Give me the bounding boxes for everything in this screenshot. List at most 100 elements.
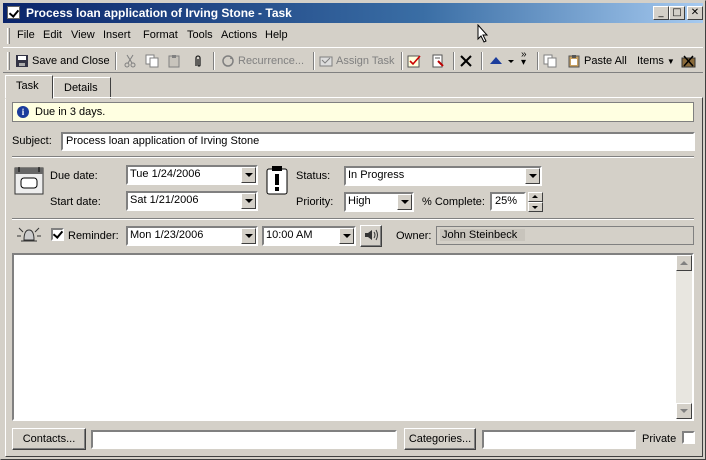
chevron-down-icon[interactable] <box>241 193 256 209</box>
clipboard-icon <box>167 54 181 68</box>
maximize-button[interactable]: □ <box>669 6 685 20</box>
tab-task[interactable]: Task <box>5 75 53 99</box>
task-status-report-button[interactable] <box>431 52 445 70</box>
private-checkbox[interactable] <box>682 431 695 444</box>
categories-field[interactable] <box>482 430 636 449</box>
cut-button[interactable] <box>123 52 137 70</box>
delete-x-icon <box>459 54 473 68</box>
start-date-picker[interactable]: Sat 1/21/2006 <box>126 191 258 211</box>
chevron-down-icon[interactable] <box>525 168 540 184</box>
menu-grip[interactable] <box>7 28 10 44</box>
paste-all-button[interactable]: Paste All <box>567 52 627 70</box>
items-menu-button[interactable]: Items ▼ <box>637 52 675 70</box>
paste-all-label: Paste All <box>584 55 627 67</box>
delete-button[interactable] <box>459 52 473 70</box>
info-icon: i <box>17 106 29 118</box>
subject-label: Subject: <box>12 135 52 147</box>
mark-complete-button[interactable] <box>407 52 421 70</box>
assign-task-label: Assign Task <box>336 55 395 67</box>
toolbar-separator <box>453 52 455 70</box>
toolbar-separator <box>401 52 403 70</box>
subject-field[interactable]: Process loan application of Irving Stone <box>61 132 695 151</box>
arrow-up-icon <box>489 54 503 68</box>
reminder-date-picker[interactable]: Mon 1/23/2006 <box>126 226 258 246</box>
assign-task-button[interactable]: Assign Task <box>319 52 395 70</box>
menu-help[interactable]: Help <box>265 29 288 41</box>
chevron-down-icon: ▼ <box>666 56 675 66</box>
window-title: Process loan application of Irving Stone… <box>26 6 292 20</box>
close-button[interactable]: ✕ <box>687 6 703 20</box>
reminder-time-picker[interactable]: 10:00 AM <box>262 226 356 246</box>
title-bar[interactable]: Process loan application of Irving Stone… <box>3 3 703 23</box>
assign-task-icon <box>319 54 333 68</box>
tab-details[interactable]: Details <box>53 77 111 99</box>
priority-exclamation-icon <box>266 165 288 195</box>
chevron-down-icon[interactable] <box>397 194 412 210</box>
copy-button[interactable] <box>145 52 159 70</box>
menu-actions[interactable]: Actions <box>221 29 257 41</box>
owner-label: Owner: <box>396 230 432 242</box>
menu-file[interactable]: File <box>17 29 35 41</box>
save-and-close-button[interactable]: Save and Close <box>15 52 110 70</box>
task-window: Process loan application of Irving Stone… <box>0 0 706 460</box>
task-notes-body[interactable] <box>12 253 694 421</box>
reminder-date-value: Mon 1/23/2006 <box>130 229 204 241</box>
priority-value: High <box>348 195 371 207</box>
reminder-checkbox[interactable] <box>51 228 64 241</box>
percent-complete-field[interactable]: 25% <box>490 192 526 211</box>
recurrence-button[interactable]: Recurrence... <box>221 52 304 70</box>
menu-insert[interactable]: Insert <box>103 29 131 41</box>
copy-all-button[interactable] <box>543 52 557 70</box>
percent-complete-spinner[interactable] <box>528 192 543 212</box>
due-date-picker[interactable]: Tue 1/24/2006 <box>126 165 258 185</box>
items-label: Items <box>637 55 664 67</box>
status-dropdown[interactable]: In Progress <box>344 166 542 186</box>
chevron-down-icon[interactable] <box>241 167 256 183</box>
customize-toolbar-button[interactable] <box>681 52 696 70</box>
toolbar-options-chevron[interactable]: » ▾ <box>521 50 527 69</box>
toolbar-separator <box>481 52 483 70</box>
toolbar-grip[interactable] <box>7 52 10 70</box>
task-icon <box>7 6 20 19</box>
chevron-down-icon[interactable] <box>339 228 354 244</box>
notes-scrollbar[interactable] <box>676 255 692 419</box>
speaker-icon <box>363 229 379 245</box>
reminder-sound-button[interactable] <box>360 225 382 247</box>
chevron-down-icon[interactable] <box>241 228 256 244</box>
save-icon <box>15 54 29 68</box>
due-date-label: Due date: <box>50 170 98 182</box>
paste-button[interactable] <box>167 52 181 70</box>
menu-bar: File Edit View Insert Format Tools Actio… <box>3 25 703 46</box>
priority-dropdown[interactable]: High <box>344 192 414 212</box>
task-panel: i Due in 3 days. Subject: Process loan a… <box>5 97 703 457</box>
toolbar-separator <box>313 52 315 70</box>
menu-format[interactable]: Format <box>143 29 178 41</box>
clipboard-icon <box>567 54 581 68</box>
reminder-time-value: 10:00 AM <box>266 229 313 241</box>
tab-strip: Task Details <box>3 75 703 99</box>
spin-up-icon[interactable] <box>528 192 543 202</box>
scissors-icon <box>123 54 137 68</box>
menu-view[interactable]: View <box>71 29 95 41</box>
contacts-button[interactable]: Contacts... <box>12 428 86 450</box>
status-label: Status: <box>296 170 331 182</box>
scroll-down-icon[interactable] <box>676 403 692 419</box>
menu-tools[interactable]: Tools <box>187 29 213 41</box>
recurrence-label: Recurrence... <box>238 55 305 67</box>
percent-complete-label: % Complete: <box>422 196 485 208</box>
minimize-button[interactable]: _ <box>653 6 669 20</box>
private-label: Private <box>642 433 677 445</box>
previous-item-button[interactable] <box>489 52 503 70</box>
copy-icon <box>543 54 557 68</box>
scroll-up-icon[interactable] <box>676 255 692 271</box>
spin-down-icon[interactable] <box>528 202 543 212</box>
chevron-down-icon <box>507 54 515 68</box>
insert-file-button[interactable] <box>191 52 205 70</box>
categories-button[interactable]: Categories... <box>404 428 476 450</box>
contacts-field[interactable] <box>91 430 397 449</box>
info-text: Due in 3 days. <box>35 106 106 118</box>
menu-edit[interactable]: Edit <box>43 29 62 41</box>
divider <box>12 218 694 220</box>
previous-item-dropdown[interactable] <box>507 52 515 70</box>
calendar-icon <box>14 166 44 196</box>
